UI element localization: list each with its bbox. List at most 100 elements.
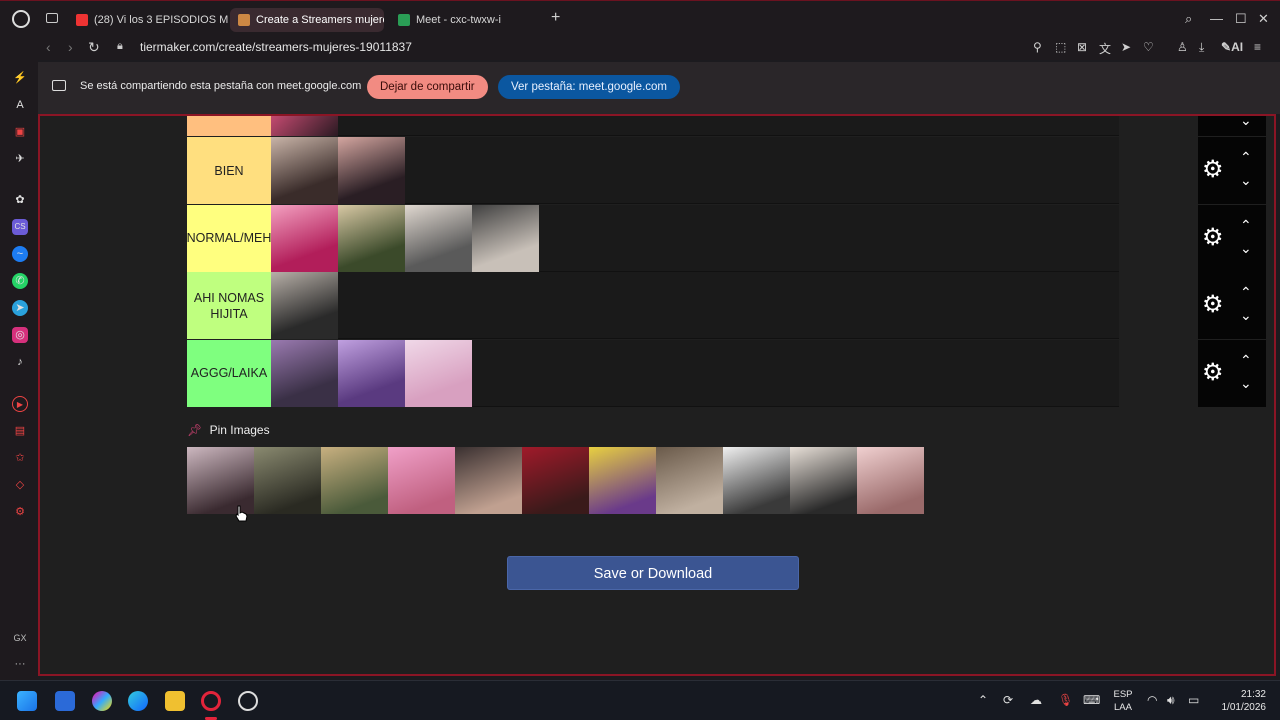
move-down-icon[interactable]: ⌄ (1240, 241, 1252, 255)
view-tab-button[interactable]: Ver pestaña: meet.google.com (498, 75, 680, 99)
tray-expand-icon[interactable]: ⌃ (978, 693, 988, 707)
pin-image[interactable] (522, 447, 589, 514)
clock[interactable]: 21:32 1/01/2026 (1214, 688, 1267, 714)
bookmarks-icon[interactable]: ◇ (12, 477, 28, 493)
opera-gx-icon[interactable] (201, 691, 221, 711)
pin-image[interactable] (187, 447, 254, 514)
pin-icon[interactable]: ⚲ (1033, 40, 1042, 54)
move-down-icon[interactable]: ⌄ (1240, 376, 1252, 390)
move-up-icon[interactable]: ⌃ (1240, 353, 1252, 367)
pin-image[interactable] (589, 447, 656, 514)
pin-image[interactable] (455, 447, 522, 514)
stop-sharing-button[interactable]: Dejar de compartir (367, 75, 488, 99)
tier-label[interactable]: AHI NOMAS HIJITA (187, 272, 271, 339)
tab-tiermaker[interactable]: Create a Streamers mujere (230, 8, 384, 32)
tier-label[interactable]: NORMAL/MEH (187, 204, 271, 272)
minimize-icon[interactable]: — (1210, 11, 1223, 26)
chatgpt-app-icon[interactable] (238, 691, 258, 711)
more-icon[interactable]: ··· (12, 656, 28, 672)
account-icon[interactable]: ♙ (1177, 40, 1188, 54)
history-icon[interactable]: ▤ (12, 423, 28, 439)
wifi-icon[interactable]: ◠ (1147, 693, 1157, 707)
move-up-icon[interactable]: ⌃ (1240, 150, 1252, 164)
move-down-icon[interactable]: ⌄ (1240, 308, 1252, 322)
tier-image[interactable] (271, 116, 338, 136)
heart-icon[interactable]: ♡ (1143, 40, 1154, 54)
opera-logo-icon[interactable] (12, 10, 30, 28)
telegram-icon[interactable]: ➤ (12, 300, 28, 316)
back-icon[interactable]: ‹ (46, 39, 51, 55)
pin-image[interactable] (254, 447, 321, 514)
gx-control-icon[interactable]: ▣ (12, 124, 28, 140)
editor-app-icon[interactable] (55, 691, 75, 711)
keyboard-icon[interactable]: ⌨ (1083, 693, 1100, 707)
pin-image[interactable] (857, 447, 924, 514)
move-up-icon[interactable]: ⌃ (1240, 285, 1252, 299)
language-indicator[interactable]: ESP LAA (1110, 688, 1136, 714)
whatsapp-icon[interactable]: ✆ (12, 273, 28, 289)
tier-image[interactable] (338, 204, 405, 272)
tier-label[interactable]: BIEN (187, 137, 271, 204)
chatgpt-icon[interactable]: ✿ (12, 192, 28, 208)
close-icon[interactable]: ✕ (1258, 11, 1269, 27)
gear-icon[interactable]: ⚙ (1202, 292, 1224, 318)
instagram-icon[interactable]: ◎ (12, 327, 28, 343)
move-down-icon[interactable]: ⌄ (1240, 173, 1252, 187)
settings-icon[interactable]: ⚙ (12, 504, 28, 520)
tier-image[interactable] (405, 204, 472, 272)
snapshot-icon[interactable]: ⬚ (1055, 40, 1066, 54)
ai-icon[interactable]: ✎AI (1221, 40, 1243, 54)
tier-image[interactable] (271, 204, 338, 272)
tab-list-icon[interactable] (46, 13, 58, 23)
pin-image[interactable] (388, 447, 455, 514)
battery-icon[interactable]: ▭ (1188, 693, 1199, 707)
forward-icon[interactable]: › (68, 39, 73, 55)
tier-image[interactable] (271, 137, 338, 204)
aria-icon[interactable]: A (12, 97, 28, 113)
maximize-icon[interactable]: ☐ (1235, 11, 1247, 27)
tier-image[interactable] (405, 339, 472, 407)
volume-icon[interactable]: 🔊︎ (1167, 693, 1175, 708)
tier-image[interactable] (338, 339, 405, 407)
adblock-icon[interactable]: ⊠ (1077, 40, 1087, 54)
cs-icon[interactable]: CS (12, 219, 28, 235)
gear-icon[interactable]: ⚙ (1202, 359, 1224, 386)
pin-image[interactable] (723, 447, 790, 514)
pin-image[interactable] (321, 447, 388, 514)
gear-icon[interactable]: ⚙ (1202, 157, 1224, 183)
download-icon[interactable]: ⤓ (1199, 40, 1204, 55)
player-icon[interactable]: ▶ (12, 396, 28, 412)
menu-icon[interactable]: ≡ (1254, 40, 1261, 54)
tiktok-icon[interactable]: ♪ (12, 354, 28, 370)
reload-icon[interactable]: ↻ (88, 39, 100, 56)
tier-image[interactable] (271, 339, 338, 407)
tier-image[interactable] (472, 204, 539, 272)
file-explorer-icon[interactable] (165, 691, 185, 711)
send-icon[interactable]: ➤ (1121, 40, 1131, 54)
new-tab-button[interactable]: + (551, 9, 560, 27)
edge-icon[interactable] (128, 691, 148, 711)
move-up-icon[interactable]: ⌃ (1240, 218, 1252, 232)
tab-meet[interactable]: Meet - cxc-twxw-i (390, 8, 540, 32)
translate-icon[interactable]: 文 (1099, 40, 1111, 57)
sync-icon[interactable]: ⟳ (1003, 693, 1013, 707)
messenger-icon[interactable]: ~ (12, 246, 28, 262)
start-icon[interactable] (17, 691, 37, 711)
tier-label[interactable]: AGGG/LAIKA (187, 339, 271, 407)
copilot-icon[interactable] (92, 691, 112, 711)
extensions-icon[interactable]: ✩ (12, 450, 28, 466)
pin-image[interactable] (656, 447, 723, 514)
gx-label[interactable]: GX (12, 630, 28, 646)
mic-icon[interactable]: 🎙︎ (1058, 693, 1073, 707)
gear-icon[interactable]: ⚙ (1202, 224, 1224, 251)
url-field[interactable]: tiermaker.com/create/streamers-mujeres-1… (140, 40, 412, 54)
tier-image[interactable] (271, 272, 338, 339)
tab-youtube[interactable]: (28) Vi los 3 EPISODIOS M (68, 8, 228, 32)
move-down-icon[interactable]: ⌄ (1240, 116, 1252, 127)
save-download-button[interactable]: Save or Download (507, 556, 799, 590)
speed-dial-icon[interactable]: ⚡ (12, 70, 28, 86)
rocket-icon[interactable]: ✈ (12, 151, 28, 167)
tier-image[interactable] (338, 137, 405, 204)
search-icon[interactable]: ⌕ (1185, 11, 1192, 27)
onedrive-icon[interactable]: ☁ (1030, 693, 1042, 707)
